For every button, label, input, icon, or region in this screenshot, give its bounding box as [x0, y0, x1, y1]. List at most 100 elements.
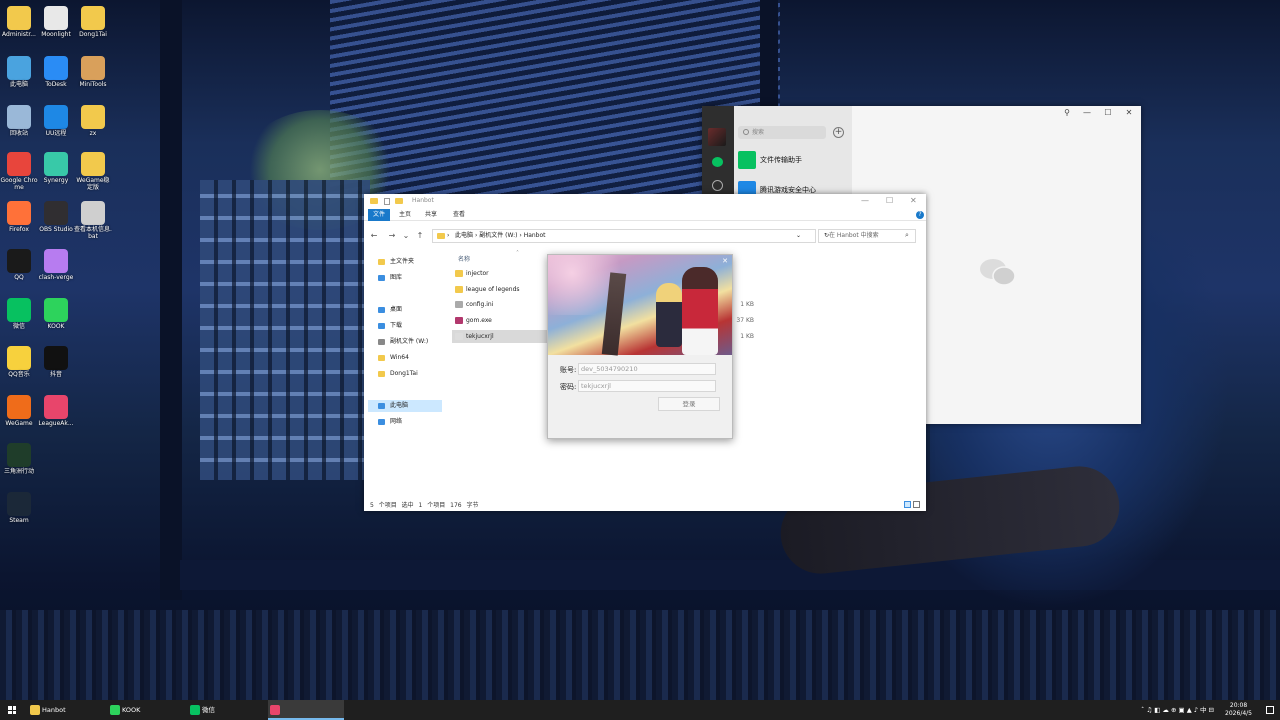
- back-button[interactable]: ←: [368, 230, 380, 242]
- desktop-icon[interactable]: OBS Studio: [37, 199, 75, 233]
- close-button[interactable]: ✕: [910, 196, 917, 205]
- breadcrumb-drive[interactable]: 副机文件 (W:): [479, 232, 517, 239]
- maximize-button[interactable]: ☐: [886, 196, 893, 205]
- sidebar-item[interactable]: 主文件夹: [376, 256, 442, 268]
- sidebar-item-label: Dong1Tai: [390, 370, 418, 377]
- search-input[interactable]: 搜索: [738, 126, 826, 139]
- desktop-icon[interactable]: 回收站: [0, 103, 38, 137]
- search-input[interactable]: 在 Hanbot 中搜索: [818, 229, 916, 243]
- recycle-bin-icon: [7, 105, 31, 129]
- sidebar-item-label: 副机文件 (W:): [390, 338, 429, 345]
- desktop-icon[interactable]: Firefox: [0, 199, 38, 233]
- steam-icon: [7, 492, 31, 516]
- desktop-icon[interactable]: MiniTools: [74, 54, 112, 88]
- desktop-icon[interactable]: 抖音: [37, 344, 75, 378]
- properties-icon[interactable]: [384, 198, 390, 205]
- desktop-icon[interactable]: 三角洲行动: [0, 441, 38, 475]
- column-header-name[interactable]: 名称: [458, 254, 470, 263]
- chat-icon[interactable]: [712, 157, 723, 167]
- file-name: gom.exe: [466, 317, 492, 324]
- taskbar-item[interactable]: Hanbot: [28, 700, 104, 720]
- tab-share[interactable]: 共享: [420, 209, 442, 221]
- path-input[interactable]: › 此电脑 › 副机文件 (W:) › Hanbot ⌄ ↻: [432, 229, 829, 243]
- desktop-icon[interactable]: WeGame: [0, 393, 38, 427]
- desktop-icon[interactable]: Google Chrome: [0, 150, 38, 191]
- desktop-icon[interactable]: 查看本机信息.bat: [74, 199, 112, 240]
- chat-item-file-transfer[interactable]: 文件传输助手: [738, 148, 850, 174]
- taskbar-item-label: Hanbot: [42, 706, 66, 714]
- sidebar-item-label: 此电脑: [390, 402, 409, 409]
- sidebar-item-label: 图库: [390, 274, 403, 281]
- desktop-icon[interactable]: 微信: [0, 296, 38, 330]
- close-icon[interactable]: ✕: [722, 257, 728, 265]
- notification-icon[interactable]: [1266, 706, 1274, 714]
- recent-dropdown[interactable]: ⌄: [400, 230, 412, 242]
- file-icon: [455, 270, 463, 277]
- add-chat-button[interactable]: +: [833, 127, 844, 138]
- breadcrumb-hanbot[interactable]: Hanbot: [524, 232, 546, 239]
- desktop-icon-label: QQ: [14, 274, 24, 281]
- sidebar-item[interactable]: 此电脑: [368, 400, 442, 412]
- gear-icon: [81, 201, 105, 225]
- details-view-button[interactable]: [904, 501, 911, 508]
- close-button[interactable]: ✕: [1120, 106, 1138, 120]
- breadcrumb-this-pc[interactable]: 此电脑: [455, 232, 473, 239]
- sidebar-item[interactable]: 网络: [376, 416, 442, 428]
- up-button[interactable]: ↑: [414, 230, 426, 242]
- folder-icon: [378, 323, 385, 329]
- desktop-icon[interactable]: WeGame稳定版: [74, 150, 112, 191]
- sidebar-item[interactable]: Win64: [376, 352, 442, 364]
- sidebar-item[interactable]: 桌面: [376, 304, 442, 316]
- avatar[interactable]: [708, 128, 726, 146]
- taskbar-item[interactable]: [268, 700, 344, 720]
- system-tray[interactable]: ˆ ♫ ◧ ☁ ⊕ ▣ ▲ ♪ 中 ⊟: [1141, 700, 1214, 720]
- tab-view[interactable]: 查看: [448, 209, 470, 221]
- large-icons-view-button[interactable]: [913, 501, 920, 508]
- desktop-icon[interactable]: Dong1Tai: [74, 4, 112, 38]
- sidebar-item[interactable]: 副机文件 (W:): [376, 336, 442, 348]
- tab-home[interactable]: 主页: [394, 209, 416, 221]
- desktop-icon[interactable]: Administr...: [0, 4, 38, 38]
- desktop-icon[interactable]: zx: [74, 103, 112, 137]
- taskbar-item[interactable]: KOOK: [108, 700, 184, 720]
- account-field[interactable]: dev_5034790210: [578, 363, 716, 375]
- desktop-icon[interactable]: QQ: [0, 247, 38, 281]
- desktop-icon-label: clash-verge: [38, 274, 74, 281]
- desktop-icon-label: WeGame稳定版: [76, 177, 110, 191]
- desktop-icon-label: Dong1Tai: [79, 31, 107, 38]
- minimize-button[interactable]: —: [1078, 106, 1096, 120]
- desktop-icon[interactable]: ToDesk: [37, 54, 75, 88]
- desktop-icon[interactable]: KOOK: [37, 296, 75, 330]
- desktop-icon-label: 查看本机信息.bat: [74, 226, 112, 240]
- contacts-icon[interactable]: [712, 180, 723, 191]
- desktop-icon[interactable]: UU远程: [37, 103, 75, 137]
- new-folder-icon[interactable]: [395, 198, 403, 204]
- tab-file[interactable]: 文件: [368, 209, 391, 221]
- clock[interactable]: 20:08 2026/4/5: [1225, 702, 1252, 718]
- sidebar-item[interactable]: 图库: [376, 272, 442, 284]
- help-icon[interactable]: ?: [916, 211, 924, 219]
- sidebar-item[interactable]: Dong1Tai: [376, 368, 442, 380]
- chevron-down-icon[interactable]: ⌄: [796, 230, 801, 242]
- start-button[interactable]: [8, 706, 16, 714]
- maximize-button[interactable]: ☐: [1099, 106, 1117, 120]
- desktop-icon[interactable]: LeagueAk...: [37, 393, 75, 427]
- file-size: 1 KB: [740, 333, 754, 340]
- taskbar-item[interactable]: 微信: [188, 700, 264, 720]
- file-icon: [455, 333, 463, 340]
- desktop-icon[interactable]: Moonlight: [37, 4, 75, 38]
- desktop-icon[interactable]: QQ音乐: [0, 344, 38, 378]
- pin-button[interactable]: ⚲: [1058, 106, 1076, 120]
- password-field[interactable]: tekjucxrjl: [578, 380, 716, 392]
- login-button[interactable]: 登录: [658, 397, 720, 411]
- desktop-icon[interactable]: Synergy: [37, 150, 75, 184]
- desktop-icon[interactable]: 此电脑: [0, 54, 38, 88]
- forward-button[interactable]: →: [386, 230, 398, 242]
- minimize-button[interactable]: —: [861, 196, 869, 205]
- desktop-icon[interactable]: Steam: [0, 490, 38, 524]
- login-dialog[interactable]: ✕ 账号: dev_5034790210 密码: tekjucxrjl 登录: [547, 254, 733, 439]
- desktop-icon-label: Administr...: [2, 31, 36, 38]
- chrome-icon: [7, 152, 31, 176]
- sidebar-item[interactable]: 下载: [376, 320, 442, 332]
- desktop-icon[interactable]: clash-verge: [37, 247, 75, 281]
